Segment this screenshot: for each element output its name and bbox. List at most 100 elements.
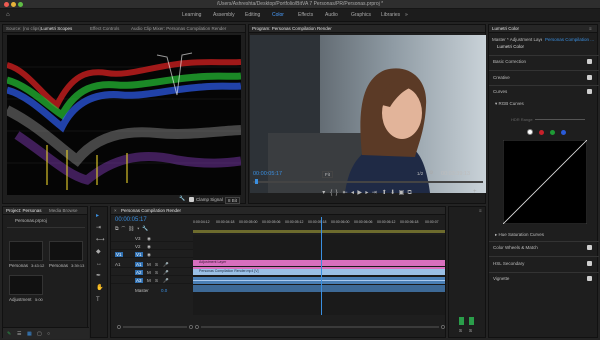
minimize-window-button[interactable]	[11, 2, 16, 7]
hand-tool-icon[interactable]: ✋	[96, 285, 103, 291]
source-patch-v1[interactable]: V1	[115, 252, 123, 257]
go-to-in-icon[interactable]: ⇤	[343, 190, 348, 196]
list-view-icon[interactable]: ☰	[17, 331, 21, 337]
tab-audio-clip-mixer[interactable]: Audio Clip Mixer: Personas Compilation R…	[131, 26, 226, 31]
ripple-edit-icon[interactable]: ⟷	[96, 237, 105, 243]
workspace-learning[interactable]: Learning	[182, 12, 201, 18]
more-workspaces-icon[interactable]: »	[405, 12, 408, 18]
extract-icon[interactable]: ⬇	[390, 190, 395, 196]
mute-button[interactable]: M	[147, 262, 151, 267]
linked-selection-icon[interactable]: ⛓	[128, 226, 134, 232]
step-back-icon[interactable]: ◂	[351, 190, 354, 196]
snap-icon[interactable]: ◠	[121, 226, 125, 232]
project-item-thumbnail[interactable]	[9, 275, 43, 295]
marker-icon[interactable]: ▾	[322, 190, 325, 196]
bit-depth-select[interactable]: 8 Bit	[225, 197, 241, 204]
razor-tool-icon[interactable]: ◆	[96, 249, 101, 255]
zoom-fit-select[interactable]: Fit	[322, 171, 333, 178]
microphone-icon[interactable]: 🎤	[163, 278, 169, 284]
master-clip-label[interactable]: Master * Adjustment Layer	[492, 37, 542, 42]
track-v1-label[interactable]: V1	[135, 252, 143, 257]
home-icon[interactable]: ⌂	[6, 12, 10, 18]
add-button-icon[interactable]: +	[473, 189, 477, 195]
selection-tool-icon[interactable]: ▸	[96, 213, 99, 219]
track-area[interactable]: Adjustment Layer Personas Compilation Re…	[193, 217, 445, 315]
go-to-out-icon[interactable]: ⇥	[372, 190, 377, 196]
curve-channel-green[interactable]	[550, 130, 555, 135]
vignette-checkbox[interactable]	[587, 276, 592, 281]
microphone-icon[interactable]: 🎤	[163, 270, 169, 276]
workspace-audio[interactable]: Audio	[325, 12, 338, 18]
track-a3-label[interactable]: A3	[135, 278, 143, 283]
solo-button[interactable]: S	[155, 278, 158, 283]
pen-tool-icon[interactable]: ✒	[96, 273, 101, 279]
wrench-icon[interactable]: 🔧	[179, 196, 185, 202]
tab-lumetri-scopes[interactable]: Lumetri Scopes	[41, 26, 72, 31]
eye-icon[interactable]: ◉	[147, 252, 151, 258]
source-patch-a1[interactable]: A1	[115, 262, 121, 267]
hsl-secondary-checkbox[interactable]	[587, 261, 592, 266]
solo-right-label[interactable]: S	[469, 328, 472, 333]
curves-checkbox[interactable]	[587, 89, 592, 94]
maximize-window-button[interactable]	[18, 2, 23, 7]
tab-program[interactable]: Program: Personas Compilation Render	[252, 26, 332, 31]
vignette-header[interactable]: Vignette	[493, 276, 509, 281]
freeform-view-icon[interactable]: ▢	[37, 331, 42, 337]
lift-icon[interactable]: ⬆	[382, 190, 387, 196]
eye-icon[interactable]: ◉	[147, 244, 151, 250]
curves-header[interactable]: Curves	[493, 89, 507, 94]
curve-channel-white[interactable]	[527, 129, 533, 135]
out-point-icon[interactable]: }	[336, 190, 338, 196]
timeline-playhead[interactable]	[321, 217, 322, 315]
curve-channel-blue[interactable]	[561, 130, 566, 135]
program-scrubber[interactable]	[253, 181, 483, 183]
zoom-slider-icon[interactable]: ○	[47, 331, 50, 337]
camera-icon[interactable]: ▣	[398, 190, 404, 196]
solo-button[interactable]: S	[155, 262, 158, 267]
tab-project[interactable]: Project: Personas	[6, 208, 42, 213]
color-wheels-header[interactable]: Color Wheels & Match	[493, 245, 538, 250]
hdr-range-slider[interactable]	[535, 119, 585, 120]
tab-media-browser[interactable]: Media Browse	[49, 208, 78, 213]
solo-button[interactable]: S	[155, 270, 158, 275]
track-a2-label[interactable]: A2	[135, 270, 143, 275]
tab-sequence[interactable]: Personas Compilation Render	[121, 208, 181, 213]
tab-effect-controls[interactable]: Effect Controls	[90, 26, 119, 31]
close-window-button[interactable]	[4, 2, 9, 7]
playhead-marker[interactable]	[255, 179, 258, 184]
close-sequence-icon[interactable]: ×	[114, 208, 117, 213]
add-marker-icon[interactable]: ▾	[137, 226, 139, 232]
project-item-thumbnail[interactable]	[49, 241, 83, 261]
zoom-scrollbar-left[interactable]	[117, 325, 193, 329]
settings-icon[interactable]: ⚙	[429, 170, 433, 176]
workspace-graphics[interactable]: Graphics	[351, 12, 371, 18]
track-select-icon[interactable]: ⇥	[96, 225, 101, 231]
timeline-settings-icon[interactable]: 🔧	[142, 226, 148, 232]
type-tool-icon[interactable]: T	[96, 297, 100, 303]
hsl-secondary-header[interactable]: HSL Secondary	[493, 261, 524, 266]
audio-clip[interactable]	[193, 285, 445, 292]
icon-view-icon[interactable]: ▦	[27, 331, 32, 337]
track-v2-label[interactable]: V2	[135, 244, 141, 249]
time-ruler[interactable]: 0:00:04:12 00:00:04:18 00:00:05:00 00:00…	[193, 217, 445, 229]
slip-tool-icon[interactable]: ↔	[96, 261, 102, 267]
workspace-color[interactable]: Color	[272, 12, 284, 18]
resolution-select[interactable]: 1/2	[417, 171, 423, 176]
workspace-editing[interactable]: Editing	[245, 12, 260, 18]
pencil-icon[interactable]: ✎	[7, 331, 11, 337]
microphone-icon[interactable]: 🎤	[163, 262, 169, 268]
basic-correction-header[interactable]: Basic Correction	[493, 59, 526, 64]
color-wheels-checkbox[interactable]	[587, 245, 592, 250]
track-v3-label[interactable]: V3	[135, 236, 141, 241]
sequence-clip-label[interactable]: Personas Compilation ...	[545, 37, 597, 42]
tab-source[interactable]: Source: (no clips)	[6, 26, 41, 31]
mute-button[interactable]: M	[147, 278, 151, 283]
mute-button[interactable]: M	[147, 270, 151, 275]
creative-checkbox[interactable]	[587, 75, 592, 80]
curve-channel-red[interactable]	[539, 130, 544, 135]
workspace-assembly[interactable]: Assembly	[213, 12, 235, 18]
adjustment-layer-clip[interactable]: Adjustment Layer	[193, 260, 445, 266]
track-a1-label[interactable]: A1	[135, 262, 143, 267]
workspace-libraries[interactable]: Libraries	[381, 12, 400, 18]
timeline-scrollbar[interactable]	[195, 325, 445, 329]
